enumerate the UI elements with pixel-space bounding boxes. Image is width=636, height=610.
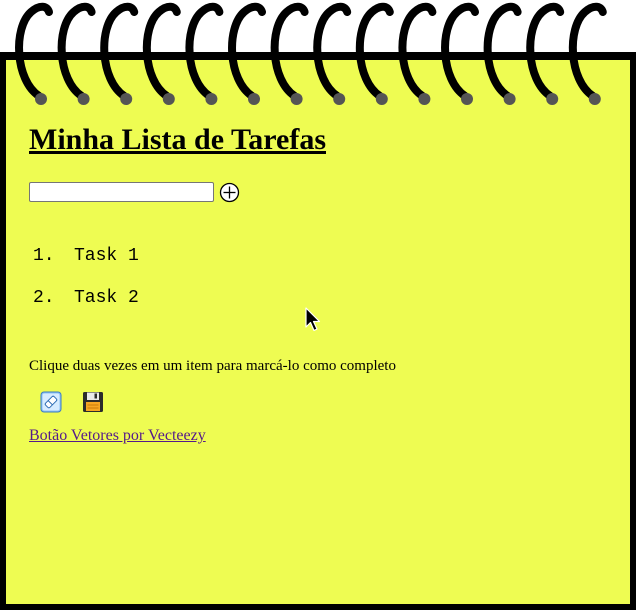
task-input[interactable] xyxy=(29,182,214,202)
task-item[interactable]: 1. Task 1 xyxy=(29,244,139,286)
add-task-button[interactable] xyxy=(218,181,240,203)
task-number: 1. xyxy=(33,246,55,266)
add-task-row xyxy=(29,181,240,203)
toolbar xyxy=(39,391,123,415)
mouse-pointer-icon xyxy=(305,307,321,332)
task-label: Task 2 xyxy=(74,288,139,308)
task-item[interactable]: 2. Task 2 xyxy=(29,286,139,328)
task-list: 1. Task 1 2. Task 2 xyxy=(29,244,139,328)
eraser-icon xyxy=(40,391,62,413)
clear-list-button[interactable] xyxy=(39,391,63,415)
plus-circle-icon xyxy=(219,182,239,202)
main-content: Minha Lista de Tarefas 1. Task 1 2. Task… xyxy=(29,118,609,444)
task-label: Task 1 xyxy=(74,246,139,266)
hint-text: Clique duas vezes em um item para marcá-… xyxy=(29,358,396,374)
floppy-disk-icon xyxy=(83,392,103,412)
page-title: Minha Lista de Tarefas xyxy=(29,123,326,156)
todo-app: Minha Lista de Tarefas 1. Task 1 2. Task… xyxy=(0,0,636,610)
task-number: 2. xyxy=(33,288,55,308)
save-list-button[interactable] xyxy=(81,391,105,415)
vecteezy-credit-link[interactable]: Botão Vetores por Vecteezy xyxy=(29,427,206,445)
